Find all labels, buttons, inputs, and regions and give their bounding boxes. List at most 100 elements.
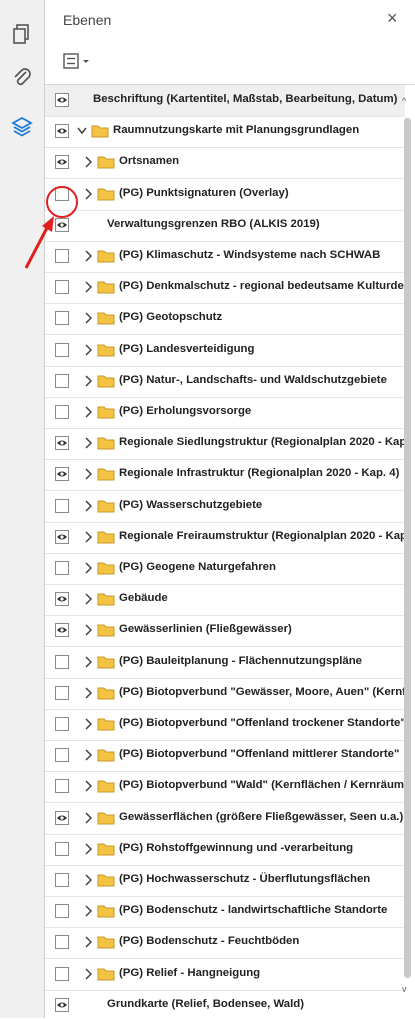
scrollbar[interactable]: ^ v bbox=[402, 96, 412, 996]
visibility-toggle-off[interactable] bbox=[55, 311, 69, 326]
visibility-toggle-off[interactable] bbox=[55, 654, 69, 669]
layer-row[interactable]: (PG) Natur-, Landschafts- und Waldschutz… bbox=[45, 366, 405, 398]
attachment-icon[interactable] bbox=[10, 66, 34, 90]
chevron-right-icon[interactable] bbox=[83, 812, 93, 824]
chevron-right-icon[interactable] bbox=[83, 905, 93, 917]
scrollbar-thumb[interactable] bbox=[404, 118, 411, 978]
chevron-right-icon[interactable] bbox=[83, 718, 93, 730]
layer-row[interactable]: Gebäude bbox=[45, 584, 405, 617]
layer-row[interactable]: Regionale Freiraumstruktur (Regionalplan… bbox=[45, 522, 405, 554]
visibility-toggle-on[interactable] bbox=[55, 93, 69, 107]
chevron-right-icon[interactable] bbox=[83, 468, 93, 480]
visibility-toggle-off[interactable] bbox=[55, 779, 69, 794]
chevron-right-icon[interactable] bbox=[83, 437, 93, 449]
layer-row[interactable]: Regionale Siedlungstruktur (Regionalplan… bbox=[45, 428, 405, 461]
visibility-toggle-on[interactable] bbox=[55, 810, 69, 825]
chevron-right-icon[interactable] bbox=[83, 624, 93, 636]
visibility-toggle-off[interactable] bbox=[55, 841, 69, 856]
visibility-toggle-off[interactable] bbox=[55, 717, 69, 731]
close-button[interactable]: × bbox=[387, 8, 398, 29]
layer-row[interactable]: Verwaltungsgrenzen RBO (ALKIS 2019) bbox=[45, 210, 405, 242]
layer-row[interactable]: Grundkarte (Relief, Bodensee, Wald) bbox=[45, 990, 405, 1019]
layer-row[interactable]: (PG) Geotopschutz bbox=[45, 303, 405, 336]
layer-options-button[interactable] bbox=[63, 52, 99, 72]
layers-icon[interactable] bbox=[10, 114, 34, 138]
layer-row[interactable]: (PG) Geogene Naturgefahren bbox=[45, 553, 405, 585]
layer-row[interactable]: (PG) Punktsignaturen (Overlay) bbox=[45, 179, 405, 211]
visibility-toggle-on[interactable] bbox=[55, 997, 69, 1012]
visibility-toggle-on[interactable] bbox=[55, 155, 69, 170]
chevron-right-icon[interactable] bbox=[83, 406, 93, 418]
visibility-toggle-on[interactable] bbox=[55, 529, 69, 544]
layer-row[interactable]: (PG) Biotopverbund "Offenland mittlerer … bbox=[45, 740, 405, 773]
chevron-right-icon[interactable] bbox=[83, 531, 93, 543]
visibility-toggle-on[interactable] bbox=[55, 467, 69, 482]
chevron-right-icon[interactable] bbox=[83, 593, 93, 605]
chevron-right-icon[interactable] bbox=[83, 312, 93, 324]
chevron-right-icon[interactable] bbox=[83, 874, 93, 886]
layer-row[interactable]: (PG) Relief - Hangneigung bbox=[45, 959, 405, 991]
visibility-toggle-off[interactable] bbox=[55, 405, 69, 419]
chevron-right-icon[interactable] bbox=[83, 656, 93, 668]
chevron-right-icon[interactable] bbox=[83, 562, 93, 574]
scroll-up-icon[interactable]: ^ bbox=[402, 96, 406, 106]
chevron-right-icon[interactable] bbox=[83, 500, 93, 512]
visibility-toggle-off[interactable] bbox=[55, 280, 69, 295]
visibility-toggle-off[interactable] bbox=[55, 966, 69, 981]
visibility-toggle-off[interactable] bbox=[55, 498, 69, 513]
visibility-toggle-off[interactable] bbox=[55, 935, 69, 950]
layer-row[interactable]: (PG) Biotopverbund "Offenland trockener … bbox=[45, 709, 405, 741]
eye-icon bbox=[57, 1002, 67, 1008]
visibility-toggle-on[interactable] bbox=[55, 124, 69, 139]
layer-row[interactable]: (PG) Denkmalschutz - regional bedeutsame… bbox=[45, 272, 405, 305]
layer-label: (PG) Rohstoffgewinnung und -verarbeitung bbox=[119, 841, 354, 854]
pages-icon[interactable] bbox=[10, 22, 34, 46]
chevron-right-icon[interactable] bbox=[83, 749, 93, 761]
chevron-right-icon[interactable] bbox=[83, 780, 93, 792]
layer-row[interactable]: (PG) Landesverteidigung bbox=[45, 335, 405, 367]
visibility-toggle-off[interactable] bbox=[55, 561, 69, 575]
visibility-toggle-off[interactable] bbox=[55, 342, 69, 357]
visibility-toggle-off[interactable] bbox=[55, 373, 69, 388]
layer-row[interactable]: (PG) Erholungsvorsorge bbox=[45, 397, 405, 429]
visibility-toggle-on[interactable] bbox=[55, 436, 69, 451]
chevron-right-icon[interactable] bbox=[83, 375, 93, 387]
layer-label: (PG) Biotopverbund "Gewässer, Moore, Aue… bbox=[119, 685, 405, 698]
chevron-right-icon[interactable] bbox=[83, 687, 93, 699]
layer-row[interactable]: (PG) Biotopverbund "Gewässer, Moore, Aue… bbox=[45, 678, 405, 710]
chevron-down-icon[interactable] bbox=[77, 125, 87, 137]
folder-icon bbox=[97, 188, 115, 201]
scroll-down-icon[interactable]: v bbox=[402, 984, 407, 994]
chevron-right-icon[interactable] bbox=[83, 843, 93, 855]
chevron-right-icon[interactable] bbox=[83, 936, 93, 948]
layer-label: (PG) Landesverteidigung bbox=[119, 342, 255, 355]
layer-row[interactable]: (PG) Bauleitplanung - Flächennutzungsplä… bbox=[45, 647, 405, 679]
chevron-right-icon[interactable] bbox=[83, 968, 93, 980]
layer-row[interactable]: Gewässerlinien (Fließgewässer) bbox=[45, 615, 405, 648]
chevron-right-icon[interactable] bbox=[83, 156, 93, 168]
visibility-toggle-off[interactable] bbox=[55, 748, 69, 763]
layer-row[interactable]: (PG) Bodenschutz - landwirtschaftliche S… bbox=[45, 896, 405, 929]
folder-icon bbox=[97, 250, 115, 263]
layer-row[interactable]: Raumnutzungskarte mit Planungsgrundlagen bbox=[45, 116, 405, 149]
chevron-right-icon[interactable] bbox=[83, 188, 93, 200]
visibility-toggle-on[interactable] bbox=[55, 623, 69, 638]
layer-row[interactable]: Beschriftung (Kartentitel, Maßstab, Bear… bbox=[45, 85, 405, 117]
chevron-right-icon[interactable] bbox=[83, 250, 93, 262]
layer-row[interactable]: (PG) Hochwasserschutz - Überflutungsfläc… bbox=[45, 865, 405, 897]
layer-row[interactable]: (PG) Bodenschutz - Feuchtböden bbox=[45, 927, 405, 960]
eye-icon bbox=[57, 815, 67, 821]
layer-row[interactable]: Ortsnamen bbox=[45, 147, 405, 180]
layer-row[interactable]: (PG) Klimaschutz - Windsysteme nach SCHW… bbox=[45, 241, 405, 273]
layer-row[interactable]: Regionale Infrastruktur (Regionalplan 20… bbox=[45, 459, 405, 492]
layer-row[interactable]: (PG) Wasserschutzgebiete bbox=[45, 491, 405, 523]
visibility-toggle-off[interactable] bbox=[55, 904, 69, 919]
visibility-toggle-off[interactable] bbox=[55, 685, 69, 700]
chevron-right-icon[interactable] bbox=[83, 281, 93, 293]
chevron-right-icon[interactable] bbox=[83, 344, 93, 356]
visibility-toggle-off[interactable] bbox=[55, 873, 69, 887]
layer-row[interactable]: (PG) Rohstoffgewinnung und -verarbeitung bbox=[45, 834, 405, 866]
visibility-toggle-on[interactable] bbox=[55, 592, 69, 607]
layer-row[interactable]: (PG) Biotopverbund "Wald" (Kernflächen /… bbox=[45, 771, 405, 804]
layer-row[interactable]: Gewässerflächen (größere Fließgewässer, … bbox=[45, 803, 405, 835]
